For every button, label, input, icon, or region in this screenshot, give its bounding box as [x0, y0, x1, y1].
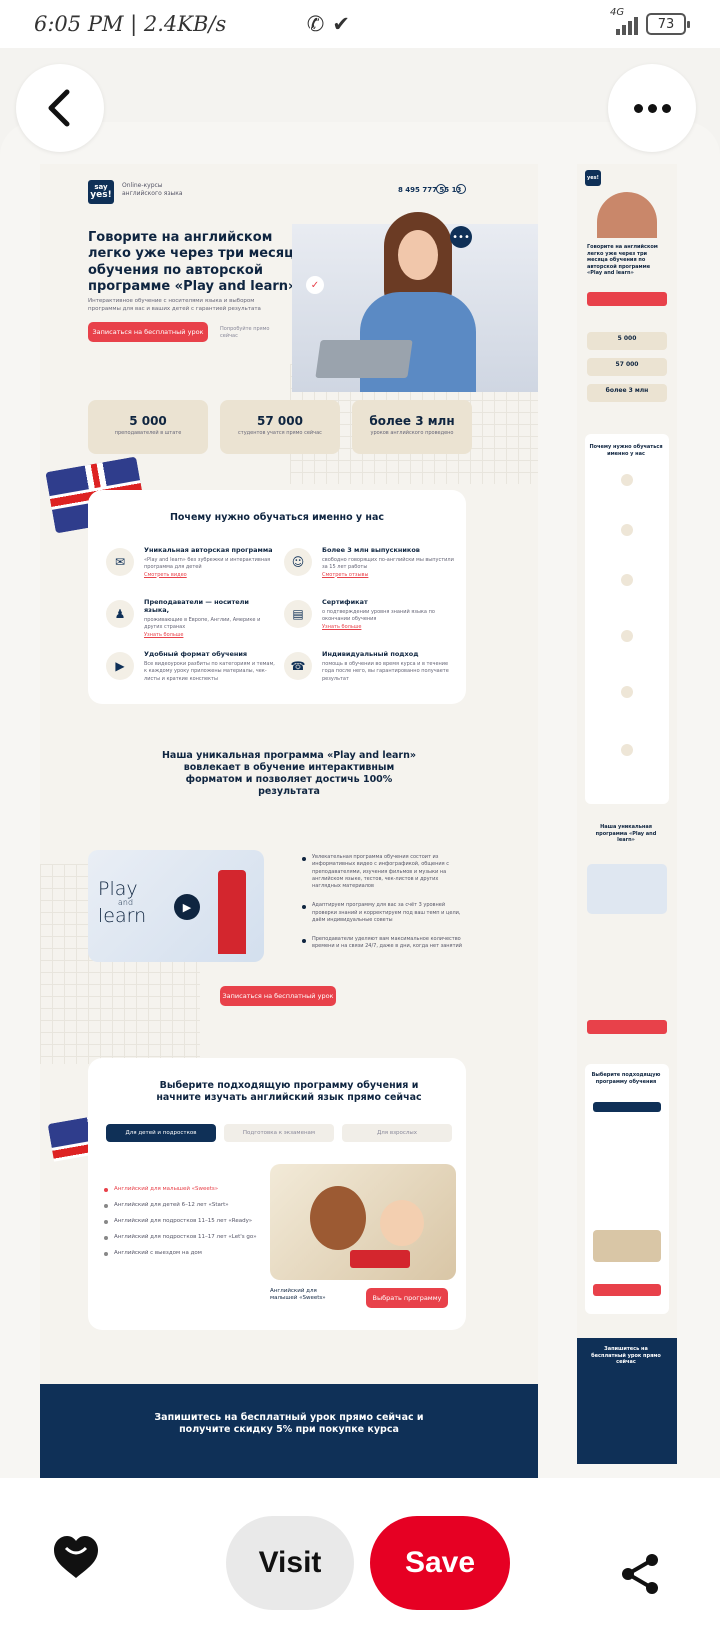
signal-icon: 4G	[610, 7, 638, 35]
program-signup-button[interactable]: Записаться на бесплатный урок	[220, 986, 336, 1006]
video-icon: ▶	[106, 652, 134, 680]
desktop-mockup: say yes! Online-курсы английского языка 8…	[40, 164, 538, 1478]
mobile-choose-button[interactable]	[593, 1284, 661, 1296]
mobile-play-card[interactable]	[587, 864, 667, 914]
program-list: Английский для малышей «Sweets» Английск…	[104, 1186, 257, 1266]
pin-action-bar: Visit Save	[0, 1478, 720, 1650]
phone-number[interactable]: 8 495 777 55 13	[398, 186, 461, 194]
feature-item: ☺ Более 3 млн выпускников свободно говорящ…	[284, 546, 454, 578]
logo-tagline: Online-курсы английского языка	[122, 182, 183, 197]
hero-subtitle: Интерактивное обучение с носителями язык…	[88, 298, 261, 312]
hero-title: Говорите на английском легко уже через т…	[88, 230, 303, 294]
photo-caption: Английский для малышей «Sweets»	[270, 1288, 326, 1302]
feature-item: ▤ Сертификат о подтверждении уровня знаний…	[284, 598, 454, 630]
tab-exams[interactable]: Подготовка к экзаменам	[224, 1124, 334, 1142]
search-icon[interactable]	[456, 184, 466, 194]
check-icon: ✔	[332, 12, 350, 36]
feature-item: ▶ Удобный формат обучения Все видеоуроки р…	[106, 650, 276, 683]
feature-link[interactable]: Смотреть отзывы	[322, 572, 454, 578]
program-point: Адаптируем программу для вас за счёт 3 у…	[302, 902, 462, 924]
mobile-hero-image	[597, 192, 657, 238]
mobile-program-title: Наша уникальная программа «Play and lear…	[595, 824, 657, 843]
feature-link[interactable]: Узнать больше	[322, 624, 454, 630]
program-item[interactable]: Английский для детей 6–12 лет «Start»	[104, 1202, 257, 1208]
graduates-icon: ☺	[284, 548, 312, 576]
program-item[interactable]: Английский для подростков 11–17 лет «Let…	[104, 1234, 257, 1240]
mobile-why-title: Почему нужно обучаться именно у нас	[589, 444, 663, 457]
mobile-tab[interactable]	[593, 1102, 661, 1112]
play-video-icon[interactable]: ▶	[174, 894, 200, 920]
mobile-program-button[interactable]	[587, 1020, 667, 1034]
program-item[interactable]: Английский с выездом на дом	[104, 1250, 257, 1256]
program-point: Увлекательная программа обучения состоит…	[302, 854, 462, 890]
status-icons: ✆ ✔ 4G 73	[306, 7, 690, 36]
brand-logo-mobile: yes!	[585, 170, 601, 186]
certificate-icon: ▤	[284, 600, 312, 628]
program-photo	[270, 1164, 456, 1280]
tab-kids[interactable]: Для детей и подростков	[106, 1124, 216, 1142]
status-bar: 6:05 PM | 2.4KB/s ✆ ✔ 4G 73	[0, 0, 720, 48]
feature-item: ✉ Уникальная авторская программа «Play and…	[106, 546, 276, 578]
choose-program-button[interactable]: Выбрать программу	[366, 1288, 448, 1308]
visit-button[interactable]: Visit	[226, 1516, 354, 1610]
back-arrow-icon	[48, 89, 70, 127]
support-icon: ☎	[284, 652, 312, 680]
laptop-image	[315, 340, 413, 378]
mobile-stat: более 3 млн	[587, 384, 667, 402]
feature-item: ♟ Преподаватели — носители языка, проживаю…	[106, 598, 276, 638]
feature-link[interactable]: Смотреть видео	[144, 572, 276, 578]
tab-adults[interactable]: Для взрослых	[342, 1124, 452, 1142]
pin-viewer: say yes! Online-курсы английского языка 8…	[0, 48, 720, 1478]
save-button[interactable]: Save	[370, 1516, 510, 1610]
program-points: Увлекательная программа обучения состоит…	[302, 854, 462, 963]
status-time: 6:05 PM | 2.4KB/s	[34, 12, 227, 36]
program-point: Преподаватели уделяют вам максимальное к…	[302, 936, 462, 951]
mobile-footer: Запишитесь на бесплатный урок прямо сейч…	[577, 1338, 677, 1464]
mobile-mockup: yes! Говорите на английском легко уже че…	[577, 164, 677, 1464]
brand-logo: say yes!	[88, 180, 114, 204]
battery-level: 73	[657, 16, 675, 32]
react-heart-icon[interactable]	[52, 1534, 100, 1582]
whatsapp-icon: ✆	[306, 12, 325, 36]
phone-booth-image	[218, 870, 246, 954]
free-lesson-button[interactable]: Записаться на бесплатный урок	[88, 322, 208, 342]
play-and-learn-logo: Play and learn	[98, 878, 147, 927]
network-type: 4G	[610, 7, 625, 18]
stat-card: 57 000 студентов учатся прямо сейчас	[220, 400, 340, 454]
footer-text: Запишитесь на бесплатный урок прямо сейч…	[154, 1412, 424, 1435]
why-us-panel: Почему нужно обучаться именно у нас ✉ Уни…	[88, 490, 466, 704]
user-icon[interactable]	[436, 184, 446, 194]
program-title: Наша уникальная программа «Play and lear…	[161, 750, 417, 797]
choose-title: Выберите подходящую программу обучения и…	[156, 1080, 422, 1103]
feature-item: ☎ Индивидуальный подход помощь в обучении …	[284, 650, 454, 683]
more-options-button[interactable]	[608, 64, 696, 152]
feature-link[interactable]: Узнать больше	[144, 632, 276, 638]
share-icon[interactable]	[618, 1552, 662, 1596]
program-item[interactable]: Английский для малышей «Sweets»	[104, 1186, 257, 1192]
program-item[interactable]: Английский для подростков 11–15 лет «Rea…	[104, 1218, 257, 1224]
teacher-icon: ♟	[106, 600, 134, 628]
chat-icon: ✉	[106, 548, 134, 576]
cta-footer: Запишитесь на бесплатный урок прямо сейч…	[40, 1384, 538, 1478]
mobile-program-photo	[593, 1230, 661, 1262]
check-badge-icon: ✓	[306, 276, 324, 294]
more-dots-icon	[633, 103, 671, 113]
mobile-stat: 57 000	[587, 358, 667, 376]
why-us-title: Почему нужно обучаться именно у нас	[169, 512, 385, 523]
back-button[interactable]	[16, 64, 104, 152]
mobile-stat: 5 000	[587, 332, 667, 350]
battery-icon: 73	[646, 13, 690, 35]
stat-card: 5 000 преподавателей в штате	[88, 400, 208, 454]
hero-note: Попробуйте прямо сейчас	[220, 326, 270, 339]
play-and-learn-card[interactable]: Play and learn ▶	[88, 850, 264, 962]
stat-card: более 3 млн уроков английского проведено	[352, 400, 472, 454]
mobile-footer-text: Запишитесь на бесплатный урок прямо сейч…	[591, 1346, 661, 1365]
chat-bubble-icon: •••	[450, 226, 472, 248]
mobile-hero-title: Говорите на английском легко уже через т…	[587, 244, 658, 276]
mobile-signup-button[interactable]	[587, 292, 667, 306]
mobile-choose-title: Выберите подходящую программу обучения	[591, 1072, 661, 1085]
